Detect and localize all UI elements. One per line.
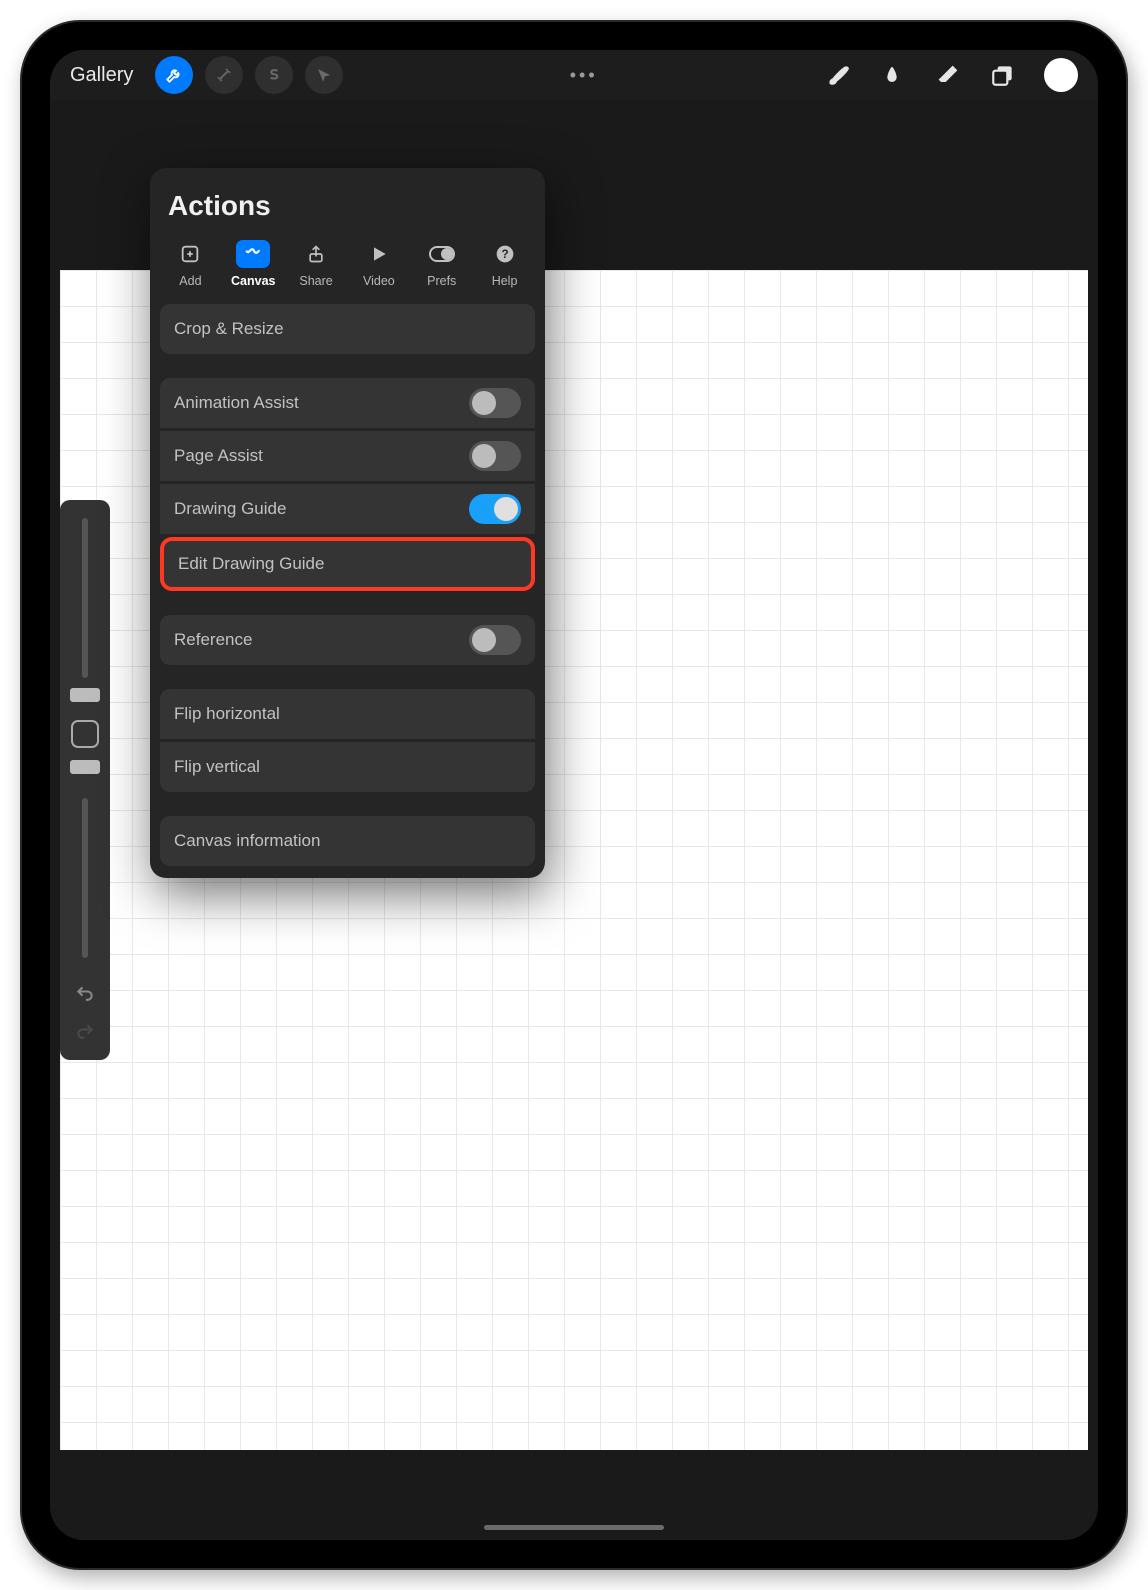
row-guide-label: Drawing Guide <box>174 499 286 519</box>
row-crop-label: Crop & Resize <box>174 319 284 339</box>
row-animation-assist[interactable]: Animation Assist <box>160 378 535 428</box>
tab-canvas[interactable]: Canvas <box>223 236 284 292</box>
row-edit-guide-label: Edit Drawing Guide <box>178 554 324 574</box>
eraser-button[interactable] <box>934 61 962 89</box>
brush-size-handle[interactable] <box>70 688 100 702</box>
tab-share[interactable]: Share <box>286 236 347 292</box>
smudge-button[interactable] <box>878 61 906 89</box>
tab-canvas-label: Canvas <box>231 274 275 288</box>
actions-panel: Actions Add Canvas Share <box>150 168 545 878</box>
brush-size-slider[interactable] <box>82 518 88 678</box>
toggle-page-assist[interactable] <box>469 441 521 471</box>
row-page-assist[interactable]: Page Assist <box>160 431 535 481</box>
row-reference[interactable]: Reference <box>160 615 535 665</box>
row-flipv-label: Flip vertical <box>174 757 260 777</box>
add-icon <box>179 243 201 265</box>
actions-wrench-button[interactable] <box>155 56 193 94</box>
play-icon <box>369 244 389 264</box>
tab-help-label: Help <box>492 274 518 288</box>
redo-button[interactable] <box>73 1022 97 1042</box>
opacity-slider[interactable] <box>82 798 88 958</box>
undo-button[interactable] <box>73 984 97 1004</box>
prefs-toggle-icon <box>428 245 456 263</box>
toggle-reference[interactable] <box>469 625 521 655</box>
help-icon: ? <box>495 244 515 264</box>
layers-icon <box>990 62 1016 88</box>
tab-share-label: Share <box>299 274 332 288</box>
opacity-handle[interactable] <box>70 760 100 774</box>
row-canvas-information[interactable]: Canvas information <box>160 816 535 866</box>
row-crop-resize[interactable]: Crop & Resize <box>160 304 535 354</box>
toggle-drawing-guide[interactable] <box>469 494 521 524</box>
ipad-frame: Gallery ••• <box>20 20 1128 1570</box>
wrench-icon <box>165 66 183 84</box>
redo-icon <box>73 1022 97 1042</box>
row-reference-label: Reference <box>174 630 252 650</box>
tab-add-label: Add <box>179 274 201 288</box>
panel-title: Actions <box>150 168 545 232</box>
transform-button[interactable] <box>305 56 343 94</box>
tab-prefs-label: Prefs <box>427 274 456 288</box>
brush-button[interactable] <box>824 62 850 88</box>
top-toolbar: Gallery ••• <box>50 50 1098 100</box>
color-swatch-button[interactable] <box>1044 58 1078 92</box>
canvas-icon <box>242 244 264 264</box>
gallery-button[interactable]: Gallery <box>60 58 143 93</box>
modify-menu-button[interactable]: ••• <box>347 65 820 86</box>
row-edit-drawing-guide[interactable]: Edit Drawing Guide <box>160 537 535 591</box>
row-page-label: Page Assist <box>174 446 263 466</box>
row-drawing-guide[interactable]: Drawing Guide <box>160 484 535 534</box>
selection-button[interactable] <box>255 56 293 94</box>
selection-s-icon <box>266 67 282 83</box>
modify-square-button[interactable] <box>71 720 99 748</box>
tab-prefs[interactable]: Prefs <box>411 236 472 292</box>
tab-add[interactable]: Add <box>160 236 221 292</box>
row-flip-vertical[interactable]: Flip vertical <box>160 742 535 792</box>
left-sidebar <box>60 500 110 1060</box>
row-anim-label: Animation Assist <box>174 393 299 413</box>
layers-button[interactable] <box>990 62 1016 88</box>
tab-video[interactable]: Video <box>348 236 409 292</box>
home-indicator[interactable] <box>484 1525 664 1530</box>
brush-icon <box>824 62 850 88</box>
tab-video-label: Video <box>363 274 395 288</box>
undo-icon <box>73 984 97 1004</box>
svg-text:?: ? <box>501 248 508 261</box>
tab-help[interactable]: ? Help <box>474 236 535 292</box>
bottom-bar <box>50 1450 1098 1540</box>
panel-tabs: Add Canvas Share Video <box>150 232 545 304</box>
row-flip-horizontal[interactable]: Flip horizontal <box>160 689 535 739</box>
share-icon <box>306 243 326 265</box>
screen: Gallery ••• <box>50 50 1098 1540</box>
toggle-animation-assist[interactable] <box>469 388 521 418</box>
wand-icon <box>215 66 233 84</box>
canvas-area[interactable]: Actions Add Canvas Share <box>50 110 1098 1450</box>
row-fliph-label: Flip horizontal <box>174 704 280 724</box>
row-info-label: Canvas information <box>174 831 320 851</box>
eraser-icon <box>934 61 962 89</box>
arrow-cursor-icon <box>315 66 333 84</box>
adjustments-button[interactable] <box>205 56 243 94</box>
smudge-icon <box>878 61 906 89</box>
